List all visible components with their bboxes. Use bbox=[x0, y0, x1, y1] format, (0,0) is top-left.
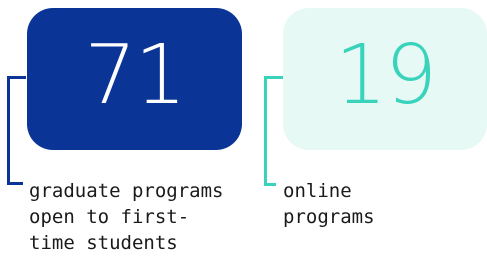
graduate-caption-line: open to first- bbox=[29, 206, 190, 228]
online-programs-caption: online programs bbox=[283, 178, 403, 230]
online-bracket-line bbox=[264, 76, 283, 186]
graduate-caption-line: graduate programs bbox=[29, 180, 224, 202]
online-programs-count: 19 bbox=[334, 28, 437, 123]
graduate-caption-line: time students bbox=[29, 232, 178, 254]
online-caption-line: programs bbox=[283, 206, 375, 228]
graduate-programs-caption: graduate programs open to first-time stud… bbox=[29, 178, 259, 256]
graduate-bracket-foot bbox=[7, 182, 23, 185]
online-caption-line: online bbox=[283, 180, 352, 202]
online-programs-card: 19 bbox=[283, 8, 487, 150]
graduate-bracket-line bbox=[7, 76, 26, 185]
online-bracket-foot bbox=[264, 183, 276, 186]
graduate-programs-card: 71 bbox=[27, 8, 242, 150]
graduate-programs-count: 71 bbox=[84, 28, 186, 123]
